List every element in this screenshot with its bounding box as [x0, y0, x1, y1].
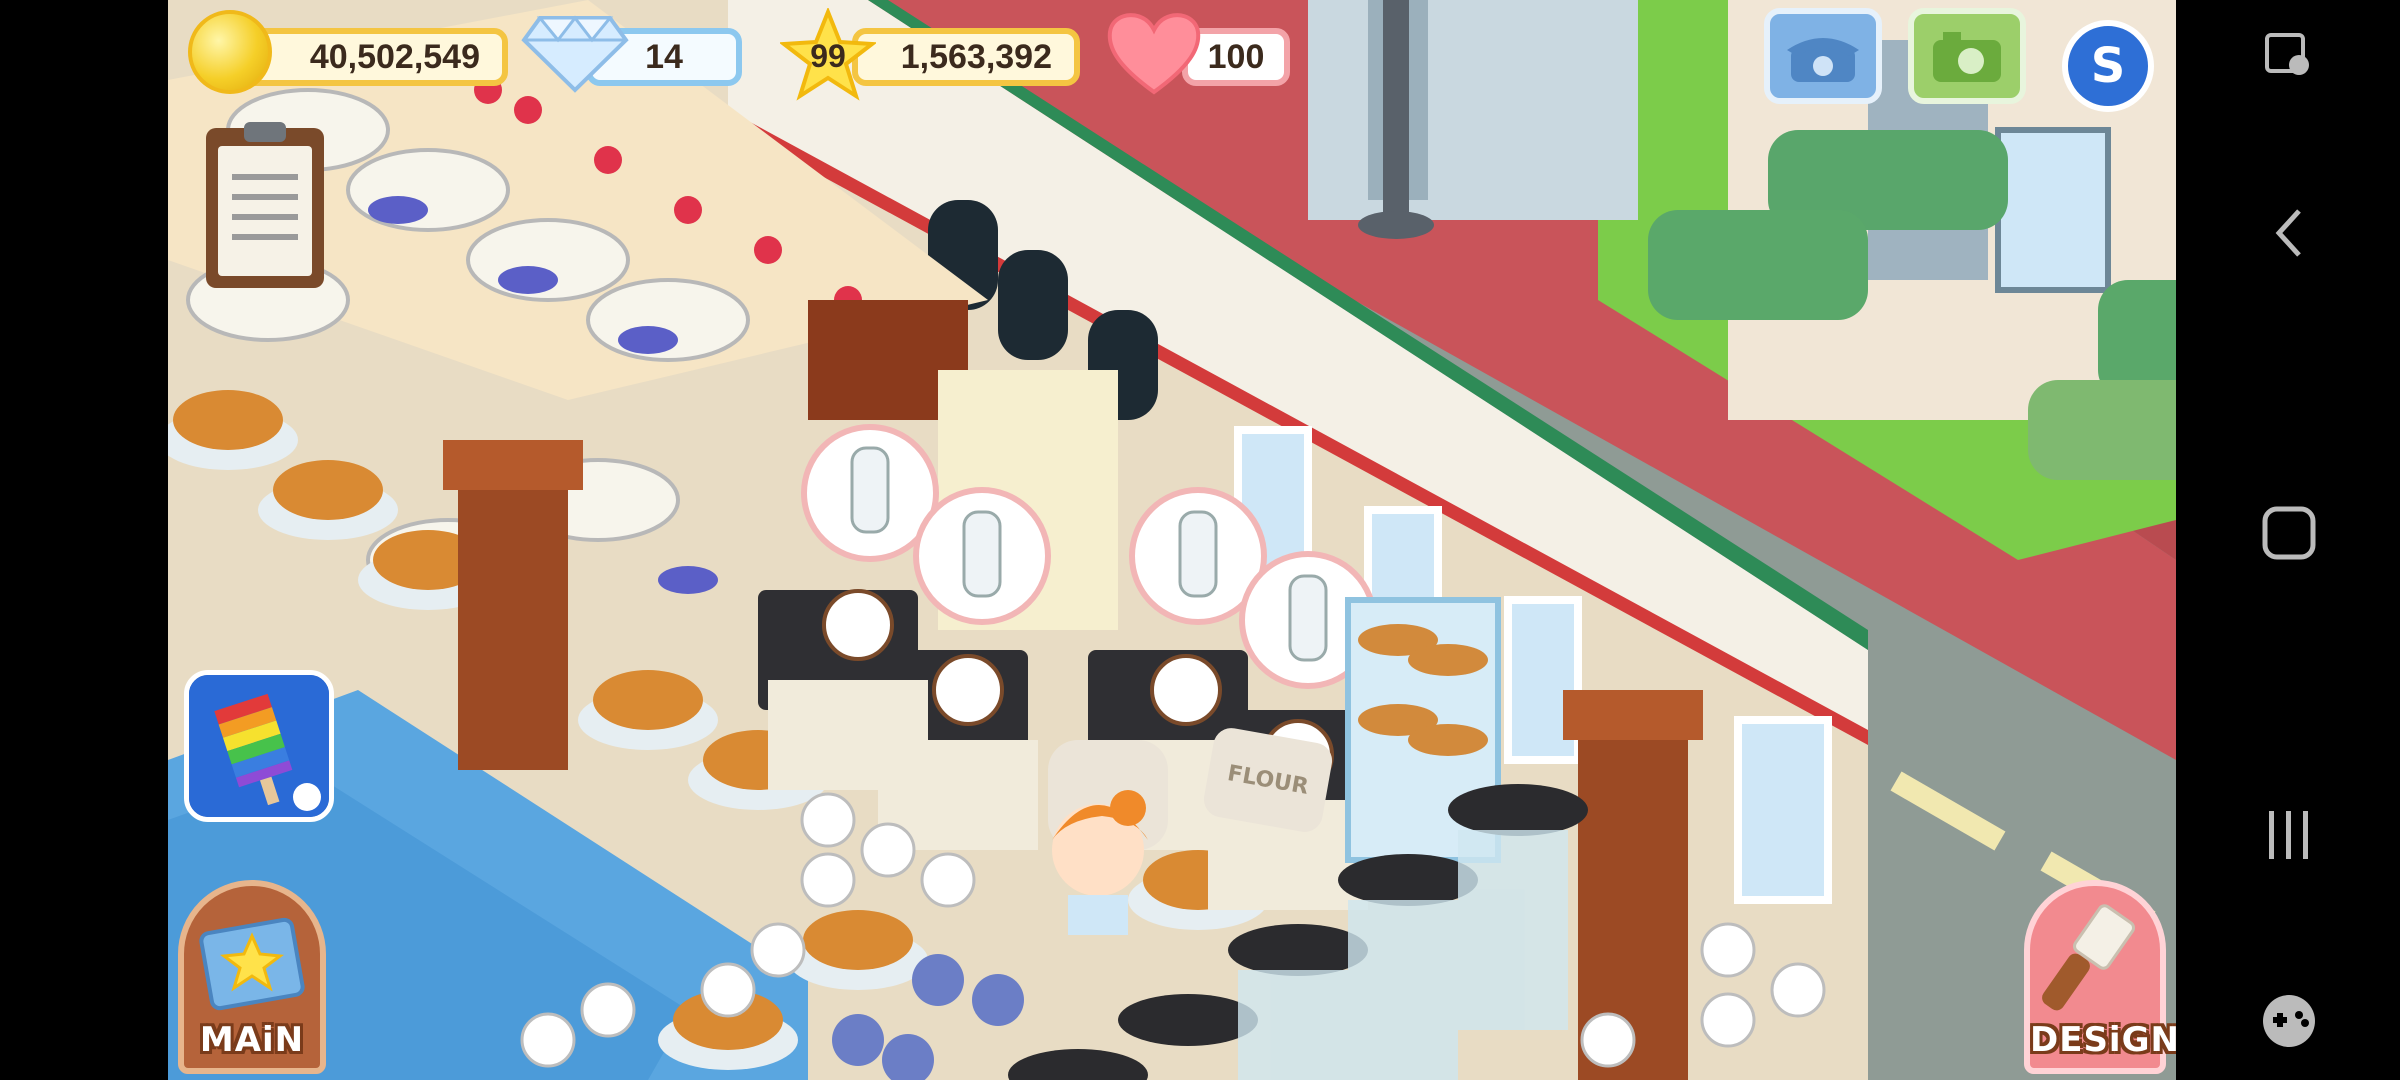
left-letterbox	[0, 0, 168, 1080]
home-button[interactable]	[2234, 478, 2344, 588]
back-button[interactable]	[2234, 178, 2344, 288]
coin-counter[interactable]: 40,502,549	[188, 10, 508, 100]
game-tools-icon	[2265, 33, 2309, 75]
screen: FLOUR 40,502,549 14 99 1,563,392 100 S M…	[0, 0, 2400, 1080]
main-button-label: MAiN	[199, 1020, 305, 1060]
recents-icon	[2269, 811, 2308, 859]
diamond-icon	[521, 15, 629, 93]
gem-value: 14	[645, 37, 683, 76]
wood-pillar	[458, 470, 568, 770]
camera-icon	[1933, 32, 2001, 82]
recents-button[interactable]	[2234, 780, 2344, 890]
flour-sack-label: FLOUR	[1225, 760, 1311, 800]
coin-icon	[188, 10, 272, 94]
system-navigation-bar	[2176, 0, 2400, 1080]
main-button[interactable]: MAiN	[178, 880, 326, 1074]
xp-value: 1,563,392	[900, 37, 1052, 76]
clipboard-button[interactable]	[206, 122, 324, 288]
xp-value-pill: 1,563,392	[852, 28, 1080, 86]
level-value: 99	[810, 38, 846, 74]
game-launcher-button[interactable]	[2234, 966, 2344, 1076]
clipboard-icon	[218, 146, 312, 276]
gem-counter[interactable]: 14	[520, 10, 742, 100]
phone-button[interactable]	[1764, 8, 1882, 104]
phone-icon	[1787, 38, 1859, 82]
coin-value-pill: 40,502,549	[240, 28, 508, 86]
bakery-scene[interactable]	[168, 0, 2176, 1080]
home-icon	[2262, 506, 2316, 560]
social-s-icon: S	[2090, 38, 2126, 94]
lamp-post	[1383, 0, 1409, 220]
game-tools-button[interactable]	[2234, 0, 2344, 110]
back-icon	[2275, 209, 2301, 257]
book-star-icon	[199, 917, 305, 1011]
promo-game-button[interactable]	[184, 670, 334, 822]
level-xp-counter[interactable]: 99 1,563,392	[780, 8, 1080, 102]
game-viewport[interactable]: FLOUR 40,502,549 14 99 1,563,392 100 S M…	[168, 0, 2176, 1080]
heart-counter[interactable]: 100	[1106, 8, 1290, 102]
social-button[interactable]: S	[2062, 20, 2154, 112]
game-launcher-icon	[2263, 995, 2315, 1047]
coin-value: 40,502,549	[309, 37, 480, 76]
camera-button[interactable]	[1908, 8, 2026, 104]
rainbow-popsicle-icon	[189, 675, 329, 817]
paint-brush-icon	[2042, 904, 2136, 1011]
design-button-label: DESiGN	[2030, 1020, 2176, 1060]
design-button[interactable]: DESiGN	[2024, 880, 2176, 1074]
neighbor-building	[1308, 0, 1638, 220]
heart-icon	[1107, 13, 1201, 95]
heart-value: 100	[1207, 37, 1265, 76]
